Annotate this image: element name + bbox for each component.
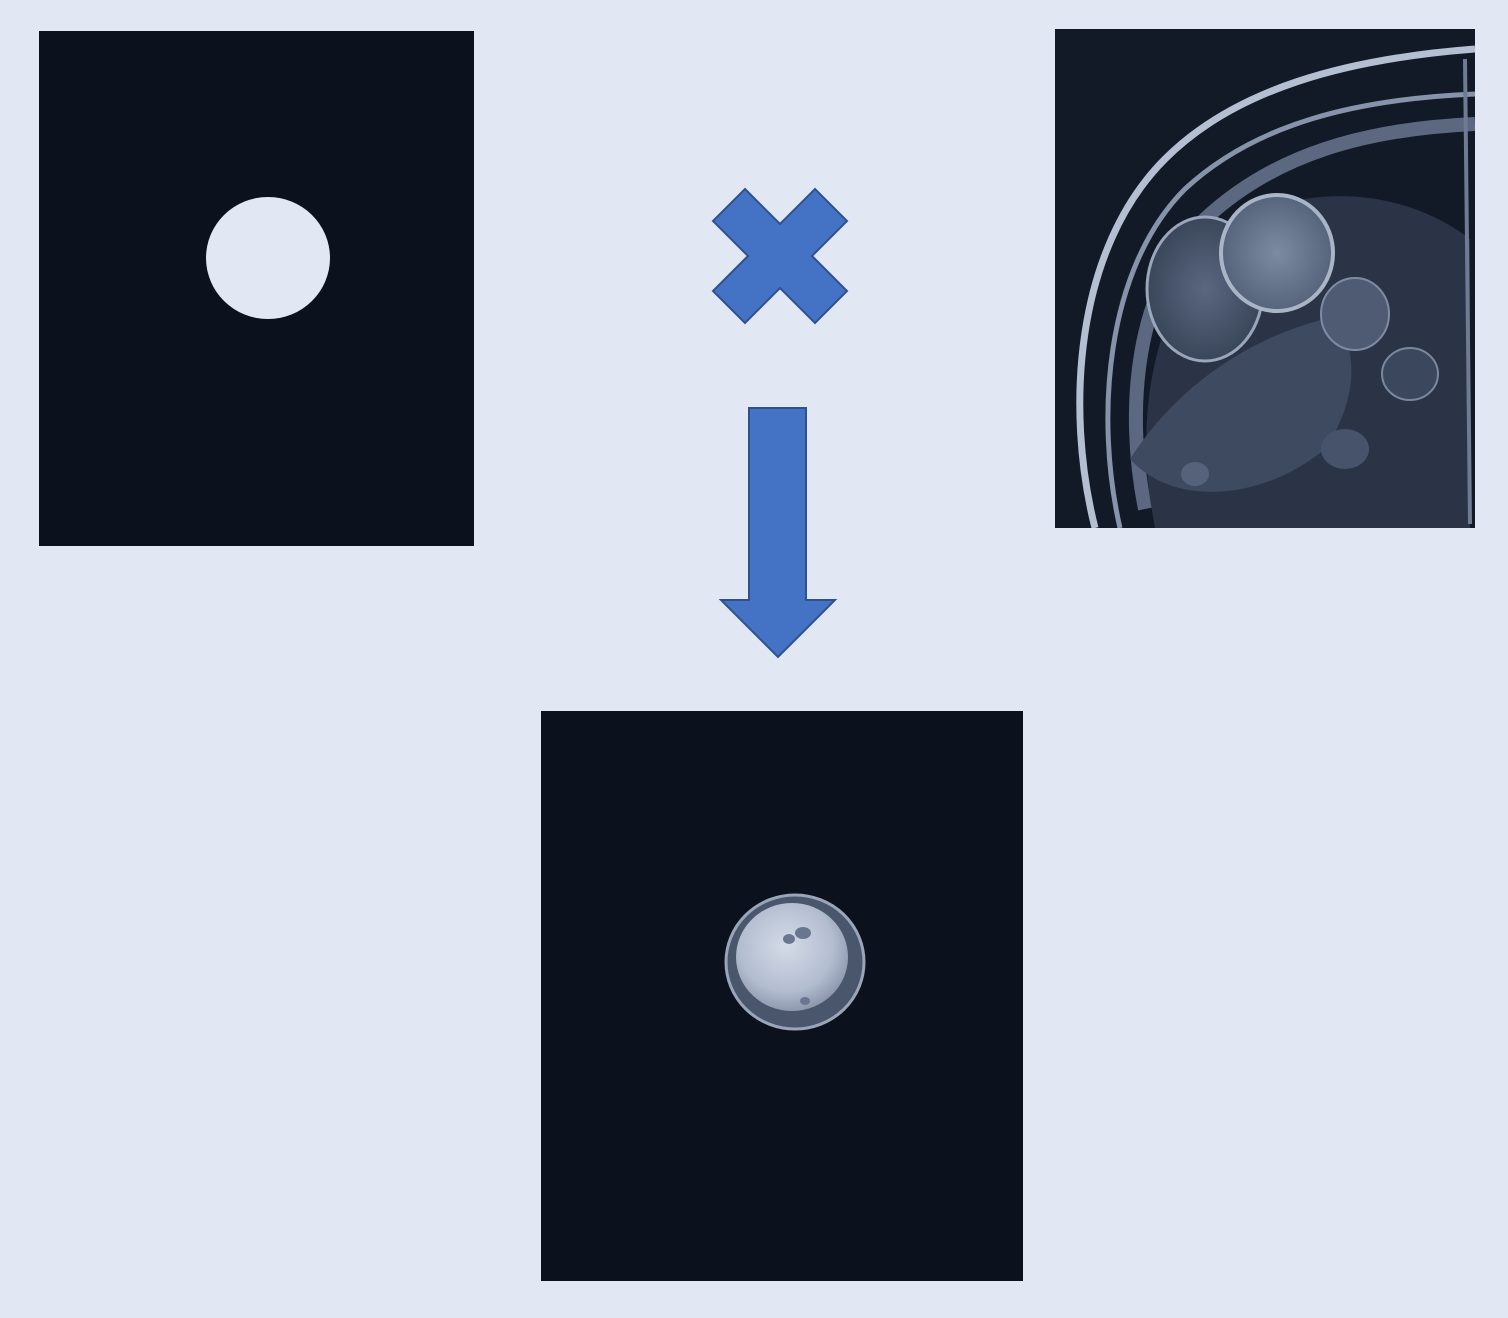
mask-image xyxy=(39,31,474,546)
mri-vessel-2 xyxy=(1181,462,1209,486)
mri-vessel xyxy=(1321,429,1369,469)
mri-organ-right xyxy=(1381,347,1439,401)
multiply-shape xyxy=(711,187,849,325)
result-svg xyxy=(724,893,866,1031)
result-papillary-1 xyxy=(795,927,811,939)
mri-svg xyxy=(1055,29,1475,528)
mri-image xyxy=(1055,29,1475,528)
mask-svg xyxy=(206,197,330,319)
arrow-down-icon xyxy=(718,406,838,660)
arrow-shape xyxy=(718,407,838,659)
result-papillary-2 xyxy=(783,934,795,944)
multiply-icon xyxy=(710,186,850,326)
mri-aorta xyxy=(1320,277,1390,351)
result-image xyxy=(541,711,1023,1281)
mri-left-ventricle xyxy=(1219,193,1335,313)
result-papillary-3 xyxy=(800,997,810,1005)
mask-circle xyxy=(206,197,330,319)
result-cavity xyxy=(736,903,848,1011)
diagram-canvas xyxy=(0,0,1508,1318)
